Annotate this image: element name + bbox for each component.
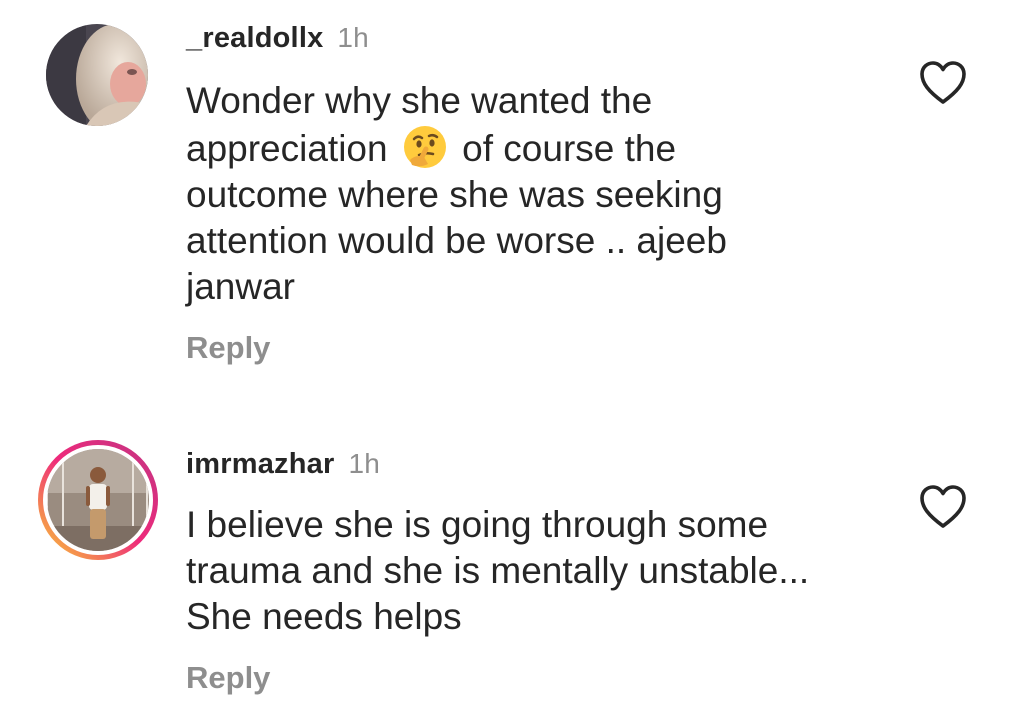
avatar[interactable] <box>36 438 160 562</box>
comment-username[interactable]: imrmazhar 1h <box>186 448 380 481</box>
username-text[interactable]: imrmazhar <box>186 448 334 480</box>
reply-button[interactable]: Reply <box>186 660 270 696</box>
comment-timestamp: 1h <box>348 448 381 479</box>
heart-outline-icon[interactable] <box>918 484 968 535</box>
comment-item: imrmazhar 1h I believe she is going throu… <box>0 0 1024 724</box>
comment-text: I believe she is going through some trau… <box>186 504 810 637</box>
